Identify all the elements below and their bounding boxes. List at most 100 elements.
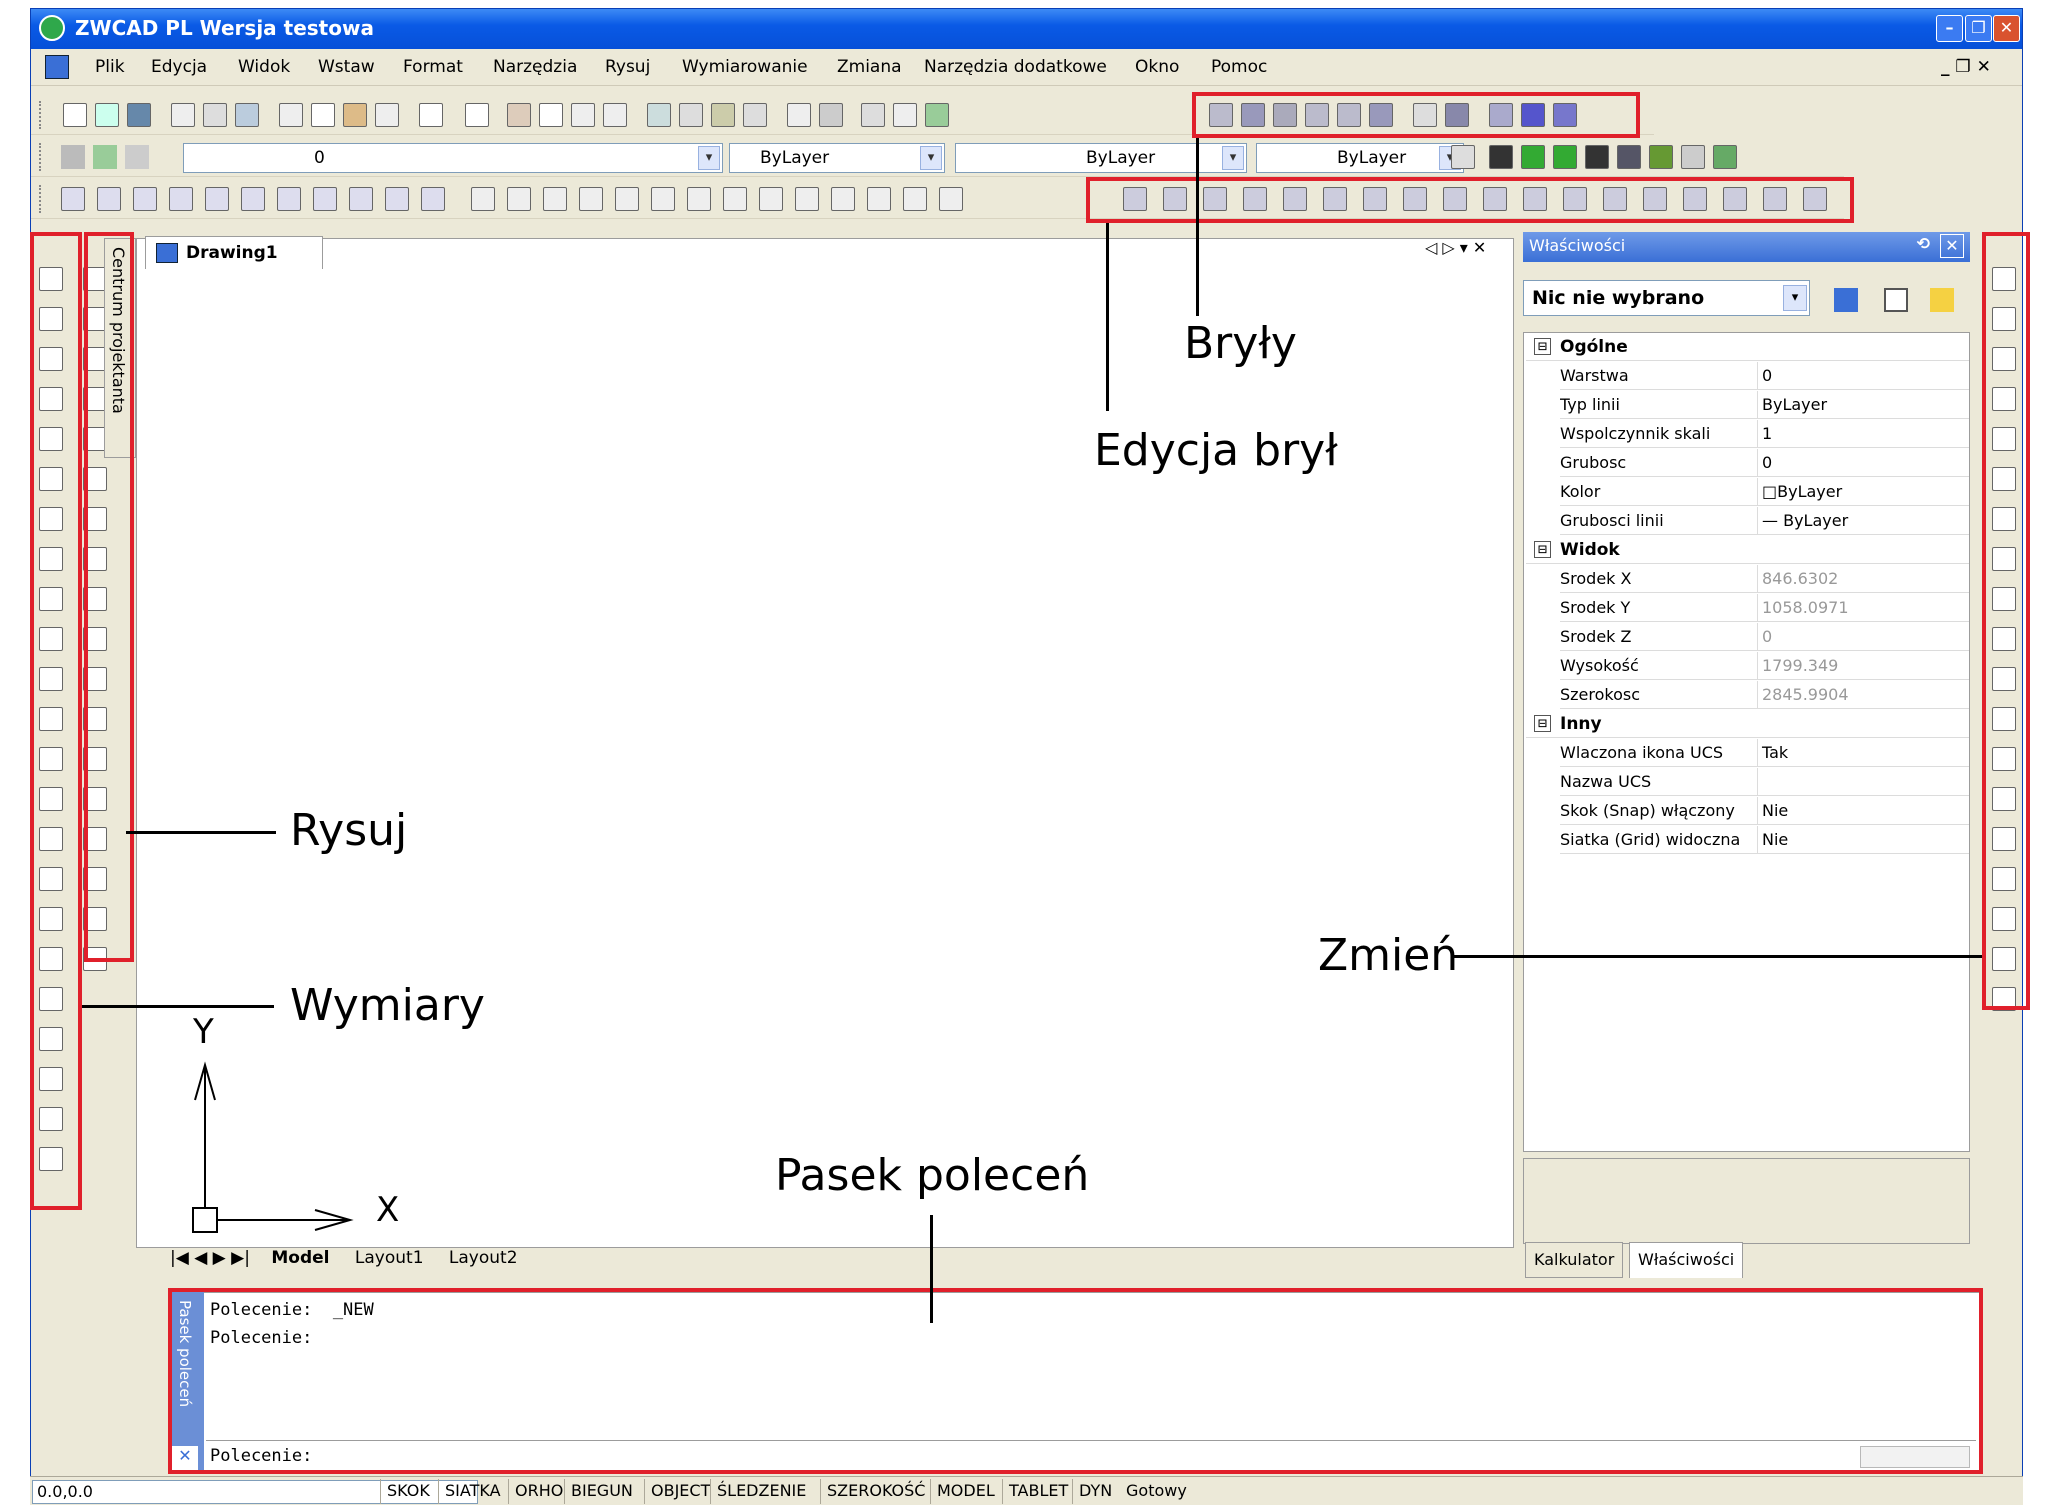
jogged-linear-icon[interactable] bbox=[39, 907, 63, 931]
dim-edit-icon[interactable] bbox=[39, 947, 63, 971]
chamfer-icon[interactable] bbox=[1992, 867, 2016, 891]
ucs-icon[interactable] bbox=[471, 187, 495, 211]
menu-okno[interactable]: Okno bbox=[1135, 57, 1179, 77]
tab-layout1[interactable]: Layout1 bbox=[355, 1248, 424, 1268]
cylinder-icon[interactable] bbox=[1273, 103, 1297, 127]
ucs-zaxis-icon[interactable] bbox=[759, 187, 783, 211]
erase-icon[interactable] bbox=[1992, 267, 2016, 291]
arc-icon[interactable] bbox=[83, 467, 107, 491]
command-window[interactable] bbox=[168, 1292, 1980, 1474]
zoom-window-icon[interactable] bbox=[571, 103, 595, 127]
trim-icon[interactable] bbox=[1992, 667, 2016, 691]
status-toggle-śledzenie[interactable]: ŚLEDZENIE bbox=[710, 1479, 812, 1504]
linetype-combo[interactable]: ByLayer ▾ bbox=[955, 143, 1247, 173]
publish-icon[interactable] bbox=[235, 103, 259, 127]
properties-icon[interactable] bbox=[647, 103, 671, 127]
tolerance-icon[interactable] bbox=[39, 787, 63, 811]
continue-dim-icon[interactable] bbox=[39, 667, 63, 691]
lineweight-combo[interactable]: ByLayer ▾ bbox=[1256, 143, 1464, 173]
rotate-faces-icon[interactable] bbox=[1403, 187, 1427, 211]
property-row[interactable]: Srodek Y 1058.0971 bbox=[1560, 594, 1969, 622]
select-objects-icon[interactable] bbox=[1884, 288, 1908, 312]
ucs-x-icon[interactable] bbox=[831, 187, 855, 211]
revision-cloud-icon[interactable] bbox=[83, 547, 107, 571]
selection-combo[interactable]: Nic nie wybrano ▾ bbox=[1523, 280, 1810, 316]
toolbar-grip[interactable] bbox=[39, 185, 43, 213]
se-iso-icon[interactable] bbox=[349, 187, 373, 211]
copy-faces-icon[interactable] bbox=[1483, 187, 1507, 211]
taper-faces-icon[interactable] bbox=[1443, 187, 1467, 211]
color-faces-icon[interactable] bbox=[1523, 187, 1547, 211]
property-row[interactable]: Typ linii ByLayer bbox=[1560, 391, 1969, 419]
filter-icon[interactable] bbox=[1930, 288, 1954, 312]
property-value[interactable]: □ByLayer bbox=[1762, 482, 1842, 501]
scale-icon[interactable] bbox=[1992, 547, 2016, 571]
design-center-tab[interactable]: Centrum projektanta bbox=[104, 238, 136, 458]
document-menu-icon[interactable] bbox=[45, 55, 69, 79]
property-value[interactable]: 1 bbox=[1762, 424, 1772, 443]
interfere-icon[interactable] bbox=[1553, 103, 1577, 127]
bottom-view-icon[interactable] bbox=[133, 187, 157, 211]
help-icon[interactable] bbox=[819, 103, 843, 127]
menu-wstaw[interactable]: Wstaw bbox=[318, 57, 375, 77]
property-row[interactable]: Srodek X 846.6302 bbox=[1560, 565, 1969, 593]
box-icon[interactable] bbox=[1209, 103, 1233, 127]
menu-pomoc[interactable]: Pomoc bbox=[1211, 57, 1267, 77]
undo-icon[interactable] bbox=[419, 103, 443, 127]
render-icon[interactable] bbox=[1521, 145, 1545, 169]
menu-plik[interactable]: Plik bbox=[95, 57, 125, 77]
dim-update-icon[interactable] bbox=[39, 1027, 63, 1051]
layout-nav-buttons[interactable]: |◀ ◀ ▶ ▶| bbox=[170, 1248, 250, 1268]
redo-icon[interactable] bbox=[465, 103, 489, 127]
landscape-icon[interactable] bbox=[1649, 145, 1673, 169]
jogged-dim-icon[interactable] bbox=[39, 467, 63, 491]
background-icon[interactable] bbox=[1713, 145, 1737, 169]
zoom-previous-icon[interactable] bbox=[603, 103, 627, 127]
collapse-icon[interactable]: ⊟ bbox=[1534, 541, 1551, 558]
chevron-down-icon[interactable]: ▾ bbox=[1222, 146, 1244, 170]
status-toggle-dyn[interactable]: DYN bbox=[1072, 1479, 1118, 1504]
spline-icon[interactable] bbox=[83, 587, 107, 611]
sphere-icon[interactable] bbox=[1241, 103, 1265, 127]
menu-narzedzia[interactable]: Narzędzia bbox=[493, 57, 577, 77]
property-row[interactable]: Grubosci linii — ByLayer bbox=[1560, 507, 1969, 535]
table-icon[interactable] bbox=[83, 907, 107, 931]
chevron-down-icon[interactable]: ▾ bbox=[698, 146, 720, 170]
ucs-z-icon[interactable] bbox=[903, 187, 927, 211]
ordinate-dim-icon[interactable] bbox=[39, 387, 63, 411]
tab-wlasciwosci[interactable]: Właściwości bbox=[1629, 1242, 1744, 1278]
minimize-button[interactable]: – bbox=[1936, 15, 1963, 42]
left-view-icon[interactable] bbox=[169, 187, 193, 211]
back-view-icon[interactable] bbox=[277, 187, 301, 211]
close-icon[interactable]: ✕ bbox=[1940, 234, 1964, 258]
copy-object-icon[interactable] bbox=[1992, 307, 2016, 331]
baseline-dim-icon[interactable] bbox=[39, 627, 63, 651]
property-value[interactable]: 0 bbox=[1762, 627, 1772, 646]
ucs-named-icon[interactable] bbox=[507, 187, 531, 211]
property-value[interactable]: Tak bbox=[1762, 743, 1788, 762]
array-icon[interactable] bbox=[1992, 427, 2016, 451]
offset-icon[interactable] bbox=[1992, 387, 2016, 411]
angular-dim-icon[interactable] bbox=[39, 547, 63, 571]
tab-controls[interactable]: ◁ ▷ ▾ ✕ bbox=[1425, 238, 1486, 257]
collapse-icon[interactable]: ⊟ bbox=[1534, 715, 1551, 732]
revolve-icon[interactable] bbox=[1445, 103, 1469, 127]
property-row[interactable]: Warstwa 0 bbox=[1560, 362, 1969, 390]
top-view-icon[interactable] bbox=[97, 187, 121, 211]
status-toggle-szerokość[interactable]: SZEROKOŚĆ bbox=[820, 1479, 931, 1504]
ucs-y-icon[interactable] bbox=[867, 187, 891, 211]
move-faces-icon[interactable] bbox=[1283, 187, 1307, 211]
save-icon[interactable] bbox=[127, 103, 151, 127]
section-icon[interactable] bbox=[1521, 103, 1545, 127]
status-toggle-skok[interactable]: SKOK bbox=[380, 1479, 436, 1504]
nw-iso-icon[interactable] bbox=[421, 187, 445, 211]
region-icon[interactable] bbox=[83, 867, 107, 891]
tab-drawing1[interactable]: Drawing1 bbox=[145, 236, 323, 269]
property-value[interactable]: Nie bbox=[1762, 830, 1788, 849]
torus-icon[interactable] bbox=[1369, 103, 1393, 127]
cut-icon[interactable] bbox=[279, 103, 303, 127]
menu-edycja[interactable]: Edycja bbox=[151, 57, 207, 77]
property-value[interactable]: 0 bbox=[1762, 366, 1772, 385]
status-toggle-biegun[interactable]: BIEGUN bbox=[564, 1479, 639, 1504]
print-preview-icon[interactable] bbox=[203, 103, 227, 127]
